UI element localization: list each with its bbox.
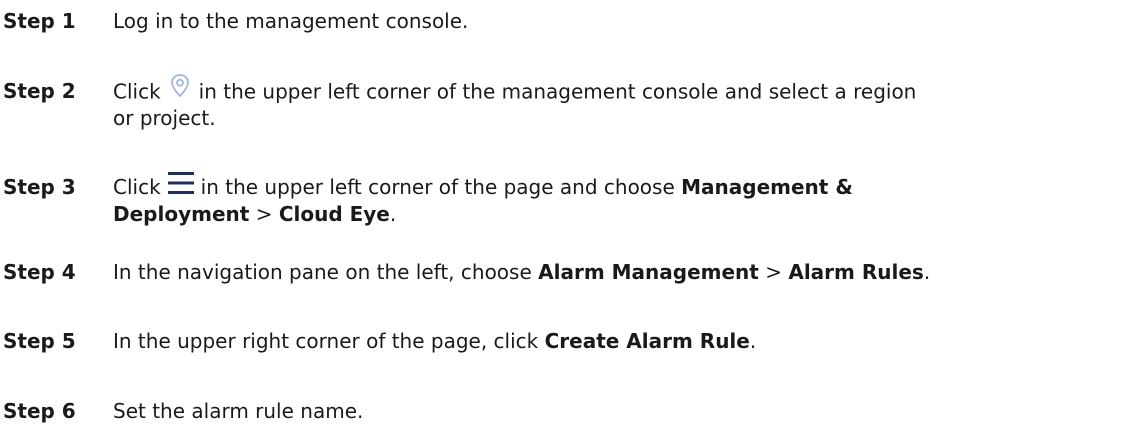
hamburger-menu-icon bbox=[167, 171, 194, 194]
step-5-end: . bbox=[749, 329, 757, 353]
step-1-text: Log in to the management console. bbox=[113, 9, 469, 33]
step-3-bold-2: Deployment bbox=[113, 202, 250, 226]
step-3-continuation: Deployment > Cloud Eye. bbox=[113, 200, 396, 228]
step-text: Log in to the management console. bbox=[113, 7, 1147, 35]
step-text: In the navigation pane on the left, choo… bbox=[113, 258, 1147, 286]
step-3-bold-1: Management & bbox=[681, 175, 853, 199]
step-3-separator: > bbox=[255, 202, 273, 226]
step-4-separator: > bbox=[765, 260, 782, 284]
step-label: Step 1 bbox=[3, 9, 76, 33]
step-text: Click in the upper left corner of the ma… bbox=[113, 74, 1147, 109]
step-3-suffix: in the upper left corner of the page and… bbox=[200, 175, 675, 199]
step-text: Click in the upper left corner of the pa… bbox=[113, 171, 1147, 201]
step-2-continuation: or project. bbox=[113, 106, 216, 130]
step-3-end: . bbox=[389, 202, 397, 226]
step-4-bold-1: Alarm Management bbox=[538, 260, 759, 284]
step-label: Step 4 bbox=[3, 260, 76, 284]
step-text: Set the alarm rule name. bbox=[113, 397, 1147, 425]
step-4-prefix: In the navigation pane on the left, choo… bbox=[113, 260, 532, 284]
step-2-suffix: in the upper left corner of the manageme… bbox=[198, 79, 917, 104]
step-label: Step 6 bbox=[3, 399, 76, 423]
step-3-bold-3: Cloud Eye bbox=[278, 202, 390, 226]
step-label: Step 2 bbox=[3, 79, 76, 103]
step-label: Step 3 bbox=[3, 175, 76, 199]
step-label: Step 5 bbox=[3, 329, 76, 353]
step-2-prefix: Click bbox=[113, 79, 161, 104]
location-pin-icon bbox=[170, 74, 189, 98]
step-5-prefix: In the upper right corner of the page, c… bbox=[113, 329, 539, 353]
step-6-text: Set the alarm rule name. bbox=[113, 399, 364, 423]
step-text: In the upper right corner of the page, c… bbox=[113, 327, 1147, 355]
step-3-prefix: Click bbox=[113, 175, 161, 199]
step-4-bold-2: Alarm Rules bbox=[788, 260, 924, 284]
step-5-bold-1: Create Alarm Rule bbox=[544, 329, 750, 353]
step-4-end: . bbox=[923, 260, 931, 284]
